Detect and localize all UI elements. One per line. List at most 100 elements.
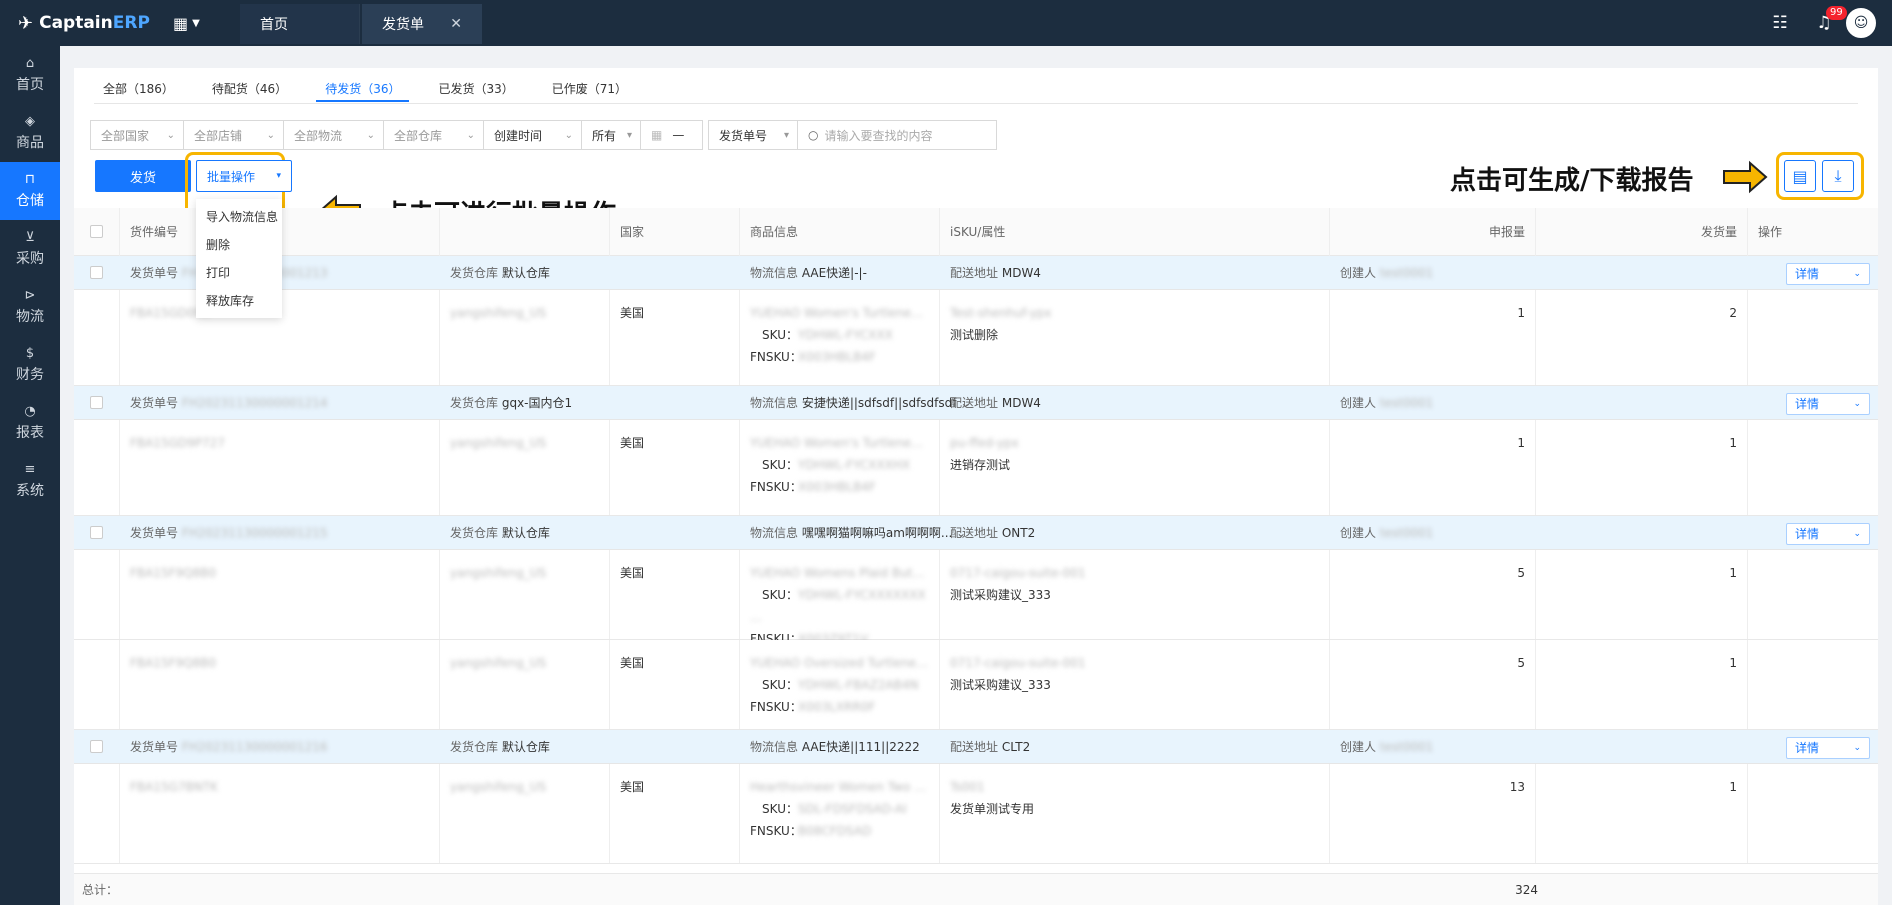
shop-cell: yangshifeng_US: [440, 290, 610, 385]
attr-value: 测试采购建议_333: [950, 588, 1051, 602]
logistics-value: 安捷快递||sdfsdf||sdfsdfsdf: [801, 396, 957, 410]
menu-item-release-stock[interactable]: 释放库存: [196, 287, 282, 315]
country-select[interactable]: 全部国家 ⌄: [90, 120, 184, 150]
country-cell: 美国: [610, 290, 740, 385]
order-id-link[interactable]: FH20231130000001214: [182, 396, 328, 410]
avatar[interactable]: ☺: [1846, 8, 1876, 38]
menu-item-import-logistics[interactable]: 导入物流信息: [196, 203, 282, 231]
report-icon: ◔: [24, 404, 36, 419]
select-value: 创建时间: [494, 128, 543, 143]
label-fnsku: FNSKU：: [750, 700, 802, 714]
detail-button[interactable]: 详情 ⌄: [1786, 737, 1870, 759]
batch-menu: 导入物流信息 删除 打印 释放库存: [196, 199, 282, 318]
batch-operations-button[interactable]: 批量操作 ▾: [196, 160, 292, 192]
order-group-header: 发货单号 FH20231130000001213 发货仓库 默认仓库 物流信息 …: [74, 256, 1878, 290]
detail-button[interactable]: 详情 ⌄: [1786, 523, 1870, 545]
isku-value: 0717-caigou-suite-001: [950, 656, 1086, 670]
sidebar-item-purchase[interactable]: ⊻ 采购: [0, 220, 60, 278]
tab-shipping-order[interactable]: 发货单 ✕: [362, 4, 482, 44]
creator-cell: 创建人 test0001: [1340, 256, 1433, 290]
declared-cell: 1: [1330, 420, 1536, 515]
product-name: YUEHAO Womens Plaid Button Dow...: [750, 566, 929, 580]
tab-pending-allocation[interactable]: 待配货（46）: [203, 78, 296, 102]
tab-home[interactable]: 首页: [240, 4, 360, 44]
creator-value: test0001: [1379, 740, 1434, 754]
bell-icon[interactable]: ♫ 99: [1802, 0, 1847, 46]
button-label: 详情: [1795, 527, 1820, 541]
total-label: 总计：: [82, 883, 119, 897]
caret-down-icon: ▾: [276, 171, 281, 181]
sidebar-item-finance[interactable]: $ 财务: [0, 336, 60, 394]
fba-value: FBA15F9Q8B0: [130, 656, 217, 670]
table-row: FBA15GD9P727 yangshifeng_US 美国 YUEHAO Wo…: [74, 420, 1878, 516]
creator-cell: 创建人 test0001: [1340, 386, 1433, 420]
row-checkbox[interactable]: [90, 266, 103, 279]
row-spacer: [74, 640, 120, 729]
time-type-select[interactable]: 创建时间 ⌄: [483, 120, 582, 150]
button-label: 详情: [1795, 267, 1820, 281]
label-warehouse: 发货仓库: [450, 396, 499, 410]
sidebar-item-system[interactable]: ≡ 系统: [0, 452, 60, 510]
label-logistics: 物流信息: [750, 266, 799, 280]
shop-select[interactable]: 全部店铺 ⌄: [183, 120, 284, 150]
product-cell: YUEHAO Women's Turtleneck Sweater... SKU：…: [740, 290, 940, 385]
sidebar-item-report[interactable]: ◔ 报表: [0, 394, 60, 452]
tab-voided[interactable]: 已作废（71）: [543, 78, 636, 102]
tab-shipped[interactable]: 已发货（33）: [429, 78, 522, 102]
label-address: 配送地址: [950, 396, 999, 410]
caret-down-icon: ▾: [626, 129, 632, 141]
label-fnsku: FNSKU：: [750, 824, 802, 838]
creator-cell: 创建人 test0001: [1340, 516, 1433, 550]
main-panel: 全部（186） 待配货（46） 待发货（36） 已发货（33） 已作废（71） …: [74, 68, 1878, 905]
warehouse-cell: 发货仓库 默认仓库: [450, 516, 550, 550]
sidebar-item-warehouse[interactable]: ⊓ 仓储: [0, 162, 60, 220]
order-no-cell: 发货单号 FH20231130000001214: [130, 386, 328, 420]
shop-cell: yangshifeng_US: [440, 764, 610, 863]
row-checkbox[interactable]: [90, 740, 103, 753]
warehouse-select[interactable]: 全部仓库 ⌄: [383, 120, 484, 150]
date-picker[interactable]: ▦ —: [640, 120, 703, 150]
print-report-button[interactable]: ▤: [1784, 160, 1816, 192]
tab-pending-shipment[interactable]: 待发货（36）: [316, 78, 410, 102]
box-icon: ◈: [25, 114, 35, 129]
app-logo[interactable]: ✈ Captain ERP: [18, 10, 150, 36]
shipped-cell: 1: [1536, 550, 1748, 639]
header-country: 国家: [610, 208, 740, 256]
calendar-icon: ▦: [651, 128, 663, 142]
address-cell: 配送地址 MDW4: [950, 386, 1041, 420]
sidebar-item-home[interactable]: ⌂ 首页: [0, 46, 60, 104]
isku-cell: Test-shenhuf-ypx 测试删除: [940, 290, 1330, 385]
row-checkbox[interactable]: [90, 396, 103, 409]
search-field-select[interactable]: 发货单号 ▾: [708, 120, 798, 150]
label-creator: 创建人: [1340, 266, 1377, 280]
logistics-select[interactable]: 全部物流 ⌄: [283, 120, 384, 150]
select-all-checkbox[interactable]: [90, 225, 103, 238]
close-icon[interactable]: ✕: [450, 16, 462, 32]
label-order-no: 发货单号: [130, 740, 179, 754]
order-id-link[interactable]: FH20231130000001215: [182, 526, 328, 540]
sidebar-item-logistics[interactable]: ⊳ 物流: [0, 278, 60, 336]
ship-button[interactable]: 发货: [95, 160, 191, 192]
isku-cell: Ts001 发货单测试专用: [940, 764, 1330, 863]
menu-item-delete[interactable]: 删除: [196, 231, 282, 259]
order-id-link[interactable]: FH20231130000001216: [182, 740, 328, 754]
select-value: 全部物流: [294, 128, 343, 143]
chevron-down-icon: ⌄: [1853, 399, 1861, 409]
warehouse-icon: ⊓: [24, 172, 36, 187]
search-input[interactable]: ○ 请输入要查找的内容: [797, 120, 997, 150]
download-report-button[interactable]: ⤓: [1822, 160, 1854, 192]
fba-cell: FBA15GD9P727: [120, 420, 440, 515]
tab-all[interactable]: 全部（186）: [94, 78, 183, 102]
sidebar: ⌂ 首页 ◈ 商品 ⊓ 仓储 ⊻ 采购 ⊳ 物流 $ 财务 ◔ 报表 ≡ 系统: [0, 46, 60, 905]
detail-button[interactable]: 详情 ⌄: [1786, 393, 1870, 415]
row-checkbox[interactable]: [90, 526, 103, 539]
menu-item-print[interactable]: 打印: [196, 259, 282, 287]
detail-button[interactable]: 详情 ⌄: [1786, 263, 1870, 285]
task-list-icon[interactable]: ☷: [1758, 0, 1802, 46]
product-cell: Hearthsvineer Women Two Piece B... SKU：SD…: [740, 764, 940, 863]
sidebar-item-goods[interactable]: ◈ 商品: [0, 104, 60, 162]
time-range-select[interactable]: 所有 ▾: [581, 120, 641, 150]
apps-switcher[interactable]: ▦ ▼: [173, 12, 213, 34]
attr-value: 进销存测试: [950, 458, 1011, 472]
sku-value: YDHWL-FYCXXX: [798, 328, 893, 342]
